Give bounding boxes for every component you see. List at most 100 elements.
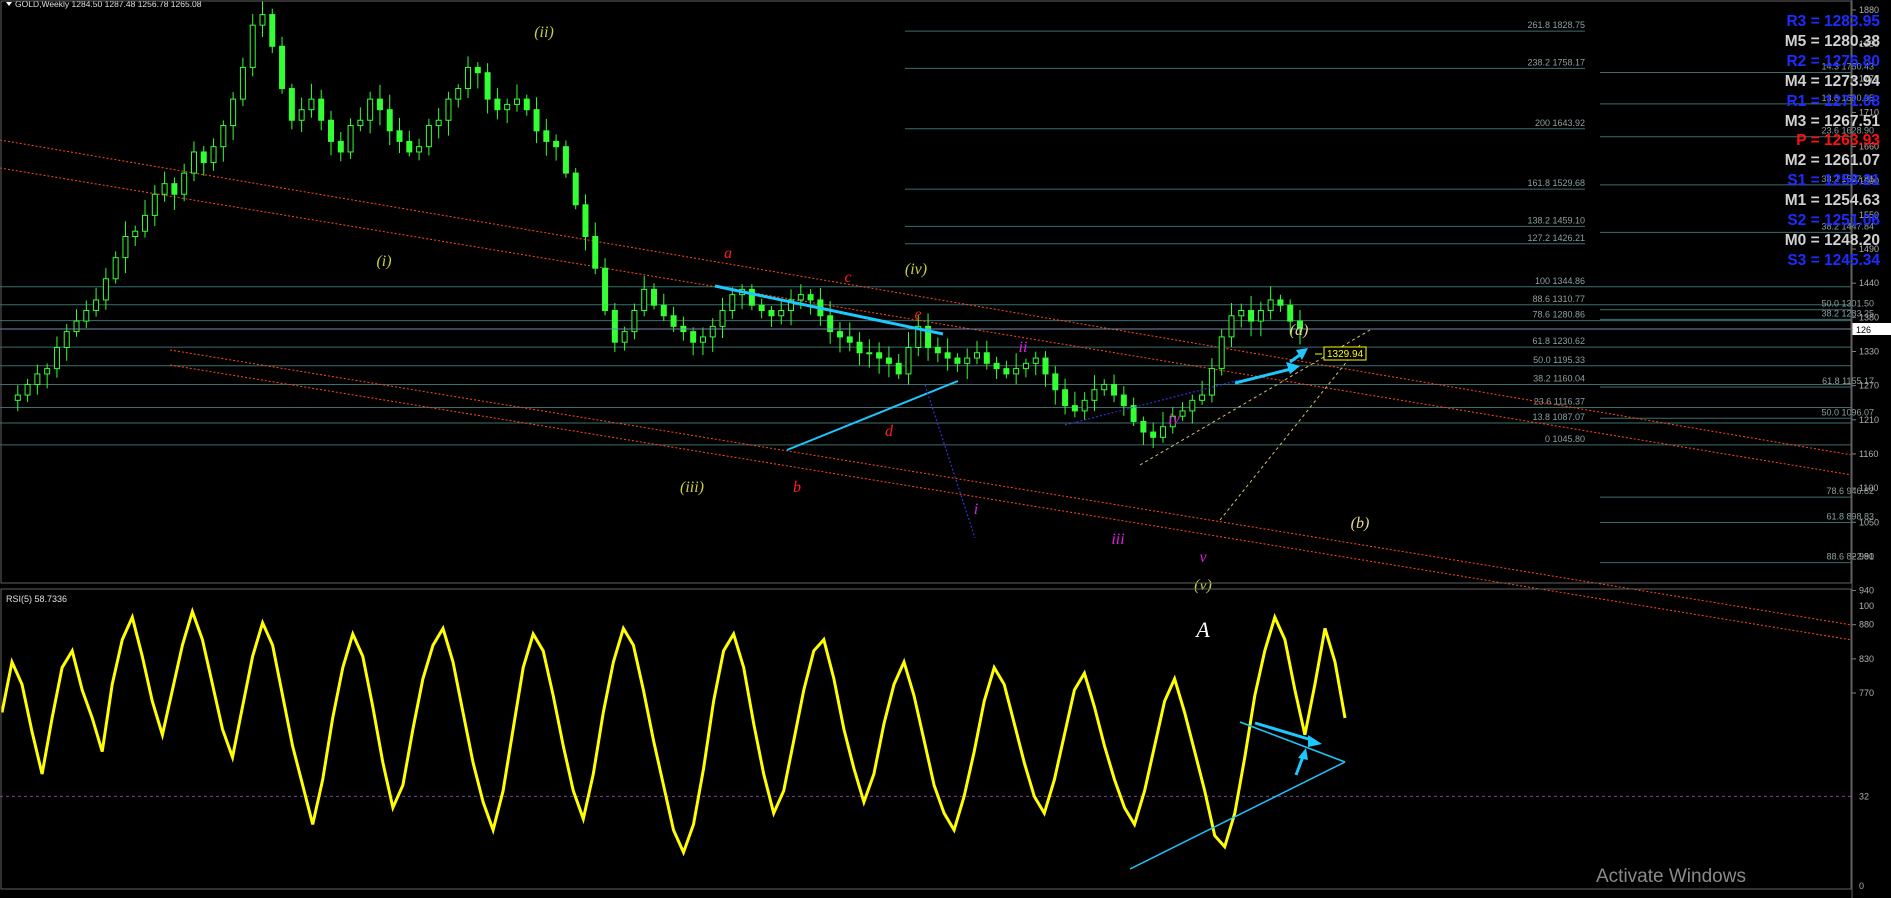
axis-tick-label: 1380 [1859,312,1879,322]
candle-body [974,352,980,359]
candle-body [269,14,276,47]
candle-body [122,236,129,259]
dropdown-icon [6,2,12,6]
candle-body [425,125,432,148]
wave-label-2: (iii) [680,479,704,496]
candle-body [44,368,51,375]
candle-body [768,309,775,317]
candle-body [328,119,334,142]
candle-body [954,357,961,364]
axis-tick-label: 1270 [1859,381,1879,391]
rsi-frame [0,588,1852,890]
axis-tick-label: 1100 [1859,483,1878,493]
candle-body [63,331,70,348]
wave-label-16: (b) [1351,515,1370,532]
candle-body [142,214,149,232]
candle-body [298,109,305,121]
candle-body [611,309,618,343]
pivot-row: M3 = 1267.51 [1784,112,1880,130]
candle-body [1052,373,1059,391]
candle-body [523,98,530,111]
fib-label: 138.2 1459.10 [1527,215,1585,225]
activate-windows-watermark: Activate Windows [1596,866,1746,887]
candle-body [367,98,374,121]
candle-body [1208,368,1215,396]
candle-body [1042,357,1049,375]
pivot-row: M4 = 1273.94 [1784,72,1880,90]
candle-body [1111,383,1118,396]
candle-body [885,357,892,364]
candle-body [1150,431,1157,438]
price-frame [0,0,1852,584]
candle-body [132,230,139,238]
candle-body [1022,362,1029,370]
candle-body [279,45,286,90]
axis-tick-label: 1210 [1859,415,1879,425]
fib-label: 100 1344.86 [1535,276,1585,286]
wave-label-5: a [724,245,732,262]
candle-body [445,98,452,121]
candle-body [1081,399,1088,412]
candle-body [621,331,628,343]
candle-body [709,325,716,338]
fib-label: 38.2 1160.04 [1533,373,1585,383]
candle-body [288,88,295,121]
candle-body [83,309,90,322]
fib-label: 0 1045.80 [1545,434,1585,444]
candle-body [895,362,902,375]
candle-body [406,140,413,153]
candle-body [846,336,853,343]
candle-body [983,352,990,364]
channel-line [169,364,1853,641]
candle-body [631,309,638,333]
dotted-blue-line [1064,379,1241,426]
candle-body [572,172,579,206]
candle-body [592,236,599,269]
rsi-title: RSI(5) 58.7336 [6,594,67,604]
wave-label-12: iii [1111,531,1124,548]
candle-body [641,288,648,311]
candle-body [1218,336,1225,370]
candle-body [513,98,520,105]
candle-body [1071,405,1078,412]
channel-line [0,167,1853,476]
rsi-trend-lower [1129,761,1346,870]
fib-label: 200 1643.92 [1535,118,1585,128]
candle-body [1189,399,1196,412]
current-price-label: 126 [1856,325,1871,335]
axis-tick-label: 1160 [1859,449,1878,459]
axis-tick-label: 990 [1859,551,1874,561]
fib-label: 78.6 1280.86 [1532,310,1585,320]
candle-body [670,315,677,327]
fib-label: 13.8 1087.07 [1532,412,1585,422]
wave-label-6: b [793,479,801,496]
candle-body [1120,394,1127,407]
candle-body [690,331,697,343]
rsi-axis-label: 100 [1859,601,1874,611]
candle-body [729,294,736,311]
rsi-arrow-head [1298,748,1308,760]
wave-label-9: e [914,306,921,323]
candle-body [102,278,109,301]
drawn-lines: 1329.94 [714,284,1371,539]
candle-body [533,109,540,132]
wave-label-10: i [974,501,978,518]
wave-label-17: A [1194,617,1210,642]
candle-body [660,304,667,317]
axis-tick-label: 1440 [1859,278,1879,288]
candle-body [778,309,785,317]
pivot-levels: R3 = 1283.95 M5 = 1280.38 R2 = 1276.80 M4 =… [1732,12,1880,271]
pivot-row: S1 = 1258.21 [1787,172,1880,190]
pivot-row: R2 = 1276.80 [1786,52,1880,70]
fib-label: 50.0 1195.33 [1533,355,1585,365]
fib-label: 238.2 1758.17 [1527,57,1585,67]
axis-tick-label: 830 [1859,654,1874,664]
candle-body [758,304,765,311]
candle-body [181,172,188,195]
candle-body [553,140,560,148]
candle-body [435,119,442,127]
candle-body [455,88,462,100]
wave-label-11: ii [1019,339,1028,356]
candle-body [856,341,863,354]
candle-body [1199,394,1206,401]
